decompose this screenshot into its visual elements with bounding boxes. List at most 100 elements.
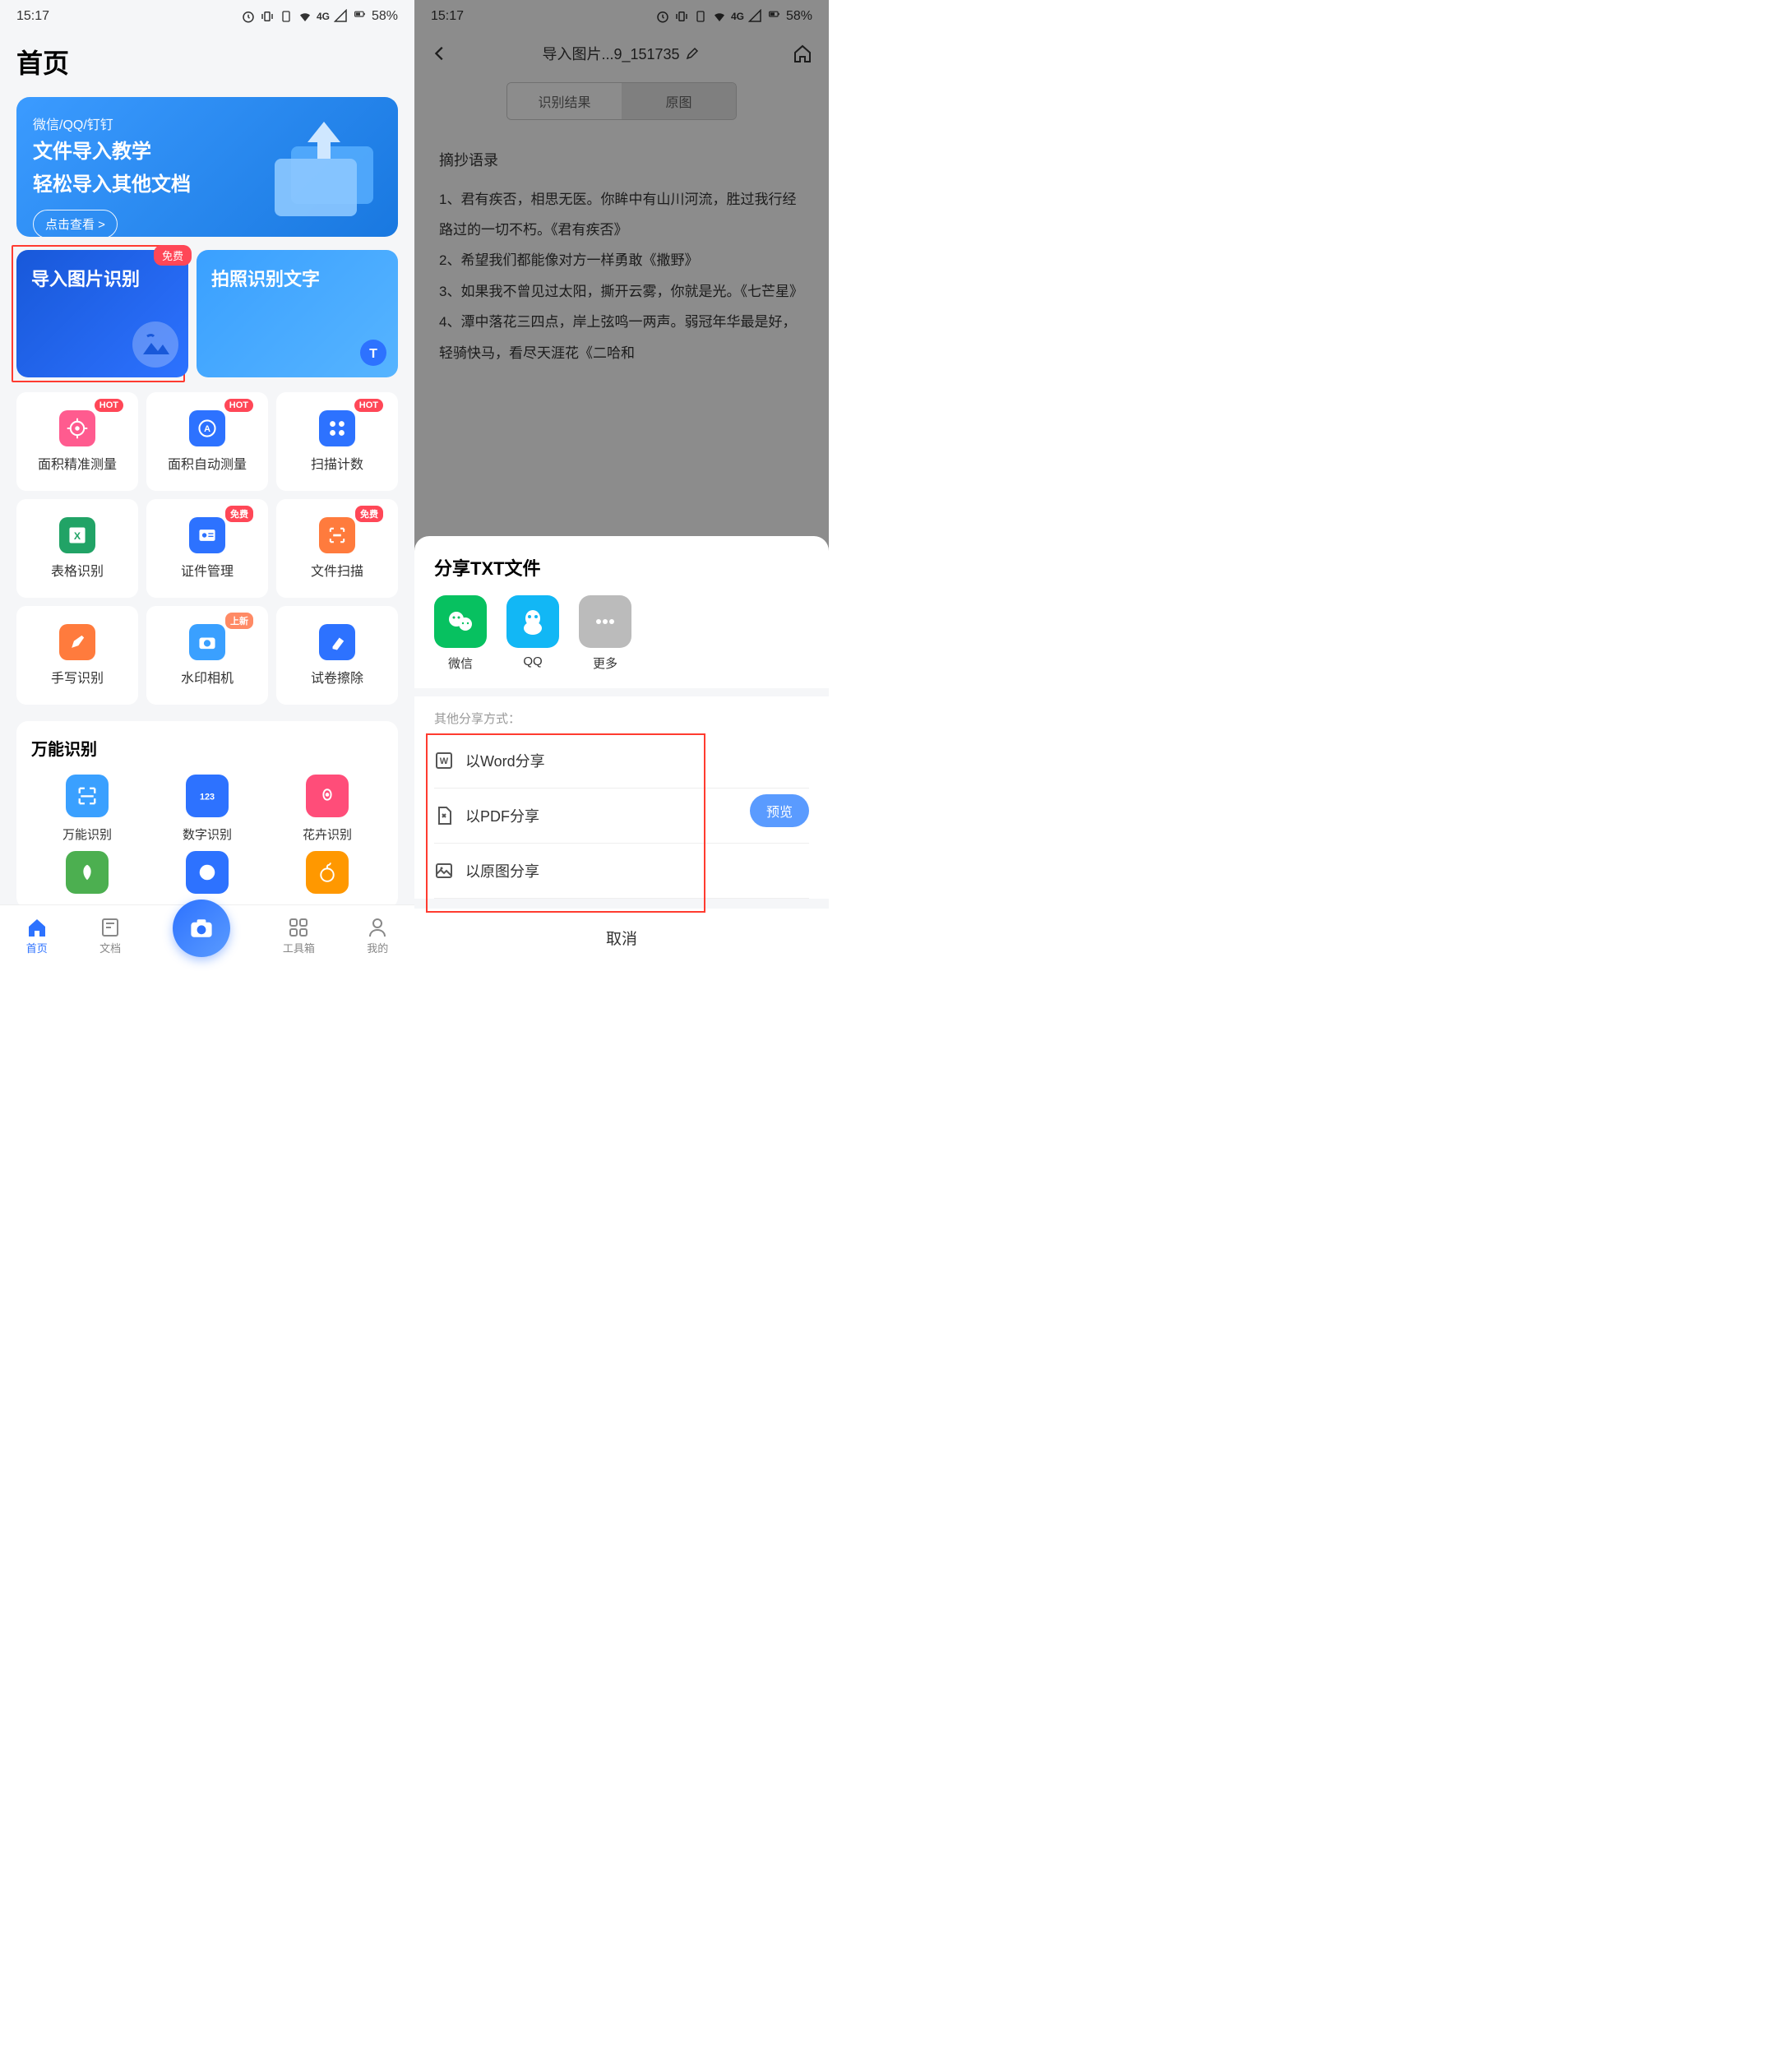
svg-text:T: T [369,347,377,361]
nav-home[interactable]: 首页 [26,917,48,955]
free-badge: 免费 [154,245,192,266]
tool-watermark[interactable]: 上新水印相机 [146,606,268,705]
status-indicators: 4G 58% [241,9,398,24]
doc-icon [99,917,121,938]
tool-id-manage[interactable]: 免费证件管理 [146,499,268,598]
svg-text:A: A [204,424,210,434]
universal-section: 万能识别 万能识别 123数字识别 花卉识别 [16,721,398,909]
qq-icon [506,595,559,648]
wifi-icon [298,9,312,24]
tool-grid: HOT面积精准测量 HOT A 面积自动测量 HOT扫描计数 X表格识别 免费证件管… [16,392,398,705]
share-as-image[interactable]: 以原图分享 [434,844,809,899]
nav-camera-button[interactable] [173,900,230,957]
svg-text:X: X [74,530,81,542]
share-sheet: 分享TXT文件 微信 QQ 更多 其他分享方式： W以Word分享 以PDF分享… [414,536,829,967]
id-card-icon [189,517,225,553]
camera-ocr-label: 拍照识别文字 [211,269,320,289]
nav-docs[interactable]: 文档 [99,917,121,955]
image-icon [434,861,454,881]
share-more[interactable]: 更多 [579,595,631,672]
item-unknown1[interactable] [151,851,263,894]
tool-file-scan[interactable]: 免费文件扫描 [276,499,398,598]
tutorial-banner[interactable]: 微信/QQ/钉钉 文件导入教学 轻松导入其他文档 点击查看 > [16,97,398,237]
share-title: 分享TXT文件 [414,554,829,595]
tool-handwriting[interactable]: 手写识别 [16,606,138,705]
camera-fill-icon [187,913,216,943]
banner-illustration [225,113,390,229]
home-screen: 15:17 4G 58% 首页 微信/QQ/钉钉 文件导入教学 轻松导入其他文档… [0,0,414,967]
nav-tools[interactable]: 工具箱 [283,917,315,955]
share-qq[interactable]: QQ [506,595,559,672]
excel-icon: X [59,517,95,553]
battery-icon [353,9,368,24]
sim-icon [279,9,294,24]
hot-badge: HOT [224,399,253,412]
import-image-wrap: 免费 导入图片识别 [16,250,188,377]
share-apps: 微信 QQ 更多 [414,595,829,688]
tool-label: 水印相机 [181,667,234,687]
item-flower[interactable]: 花卉识别 [271,775,383,843]
import-image-card[interactable]: 导入图片识别 [16,250,188,377]
scan-icon [319,517,355,553]
free-badge: 免费 [225,506,253,522]
item-number[interactable]: 123数字识别 [151,775,263,843]
home-icon [26,917,48,938]
flower-icon [306,775,349,817]
tool-label: 扫描计数 [311,453,363,473]
tool-area-precise[interactable]: HOT面积精准测量 [16,392,138,491]
tool-eraser[interactable]: 试卷擦除 [276,606,398,705]
scan-square-icon [66,775,109,817]
number-icon: 123 [186,775,229,817]
divider [414,688,829,696]
tool-area-auto[interactable]: HOT A 面积自动测量 [146,392,268,491]
section-title: 万能识别 [31,736,383,760]
person-icon [367,917,388,938]
section-grid: 万能识别 123数字识别 花卉识别 [31,775,383,894]
network-label: 4G [317,11,330,22]
free-badge: 免费 [355,506,383,522]
tool-label: 面积自动测量 [168,453,247,473]
nav-label: 文档 [99,940,121,955]
grid-nav-icon [288,917,309,938]
camera-text-icon: T [340,320,390,369]
nav-mine[interactable]: 我的 [367,917,388,955]
alarm-icon [241,9,256,24]
target-icon [59,410,95,446]
tool-label: 证件管理 [181,560,234,580]
section-label: 万能识别 [62,826,112,843]
status-time: 15:17 [16,9,49,24]
camera-ocr-card[interactable]: 拍照识别文字 T [197,250,398,377]
vibrate-icon [260,9,275,24]
nav-label: 首页 [26,940,48,955]
eraser-icon [319,624,355,660]
item-fruit[interactable] [271,851,383,894]
wechat-icon [434,595,487,648]
page-title: 首页 [0,33,414,90]
app-label: 更多 [593,654,617,672]
more-icon [579,595,631,648]
section-label: 花卉识别 [303,826,352,843]
blob-icon [186,851,229,894]
leaf-icon [66,851,109,894]
cancel-button[interactable]: 取消 [414,899,829,967]
share-as-word[interactable]: W以Word分享 [434,733,809,789]
banner-cta-button[interactable]: 点击查看 > [33,210,118,237]
import-image-label: 导入图片识别 [31,269,140,289]
tool-scan-count[interactable]: HOT扫描计数 [276,392,398,491]
nav-label: 我的 [367,940,388,955]
pen-icon [59,624,95,660]
bottom-nav: 首页 文档 工具箱 我的 [0,904,414,967]
share-wechat[interactable]: 微信 [434,595,487,672]
new-badge: 上新 [225,613,253,629]
item-plant[interactable] [31,851,143,894]
tool-label: 面积精准测量 [38,453,117,473]
preview-button[interactable]: 预览 [750,794,809,827]
nav-label: 工具箱 [283,940,315,955]
option-label: 以原图分享 [465,860,539,881]
item-universal[interactable]: 万能识别 [31,775,143,843]
pdf-icon [434,806,454,826]
app-label: QQ [523,654,542,668]
word-icon: W [434,751,454,770]
signal-icon [334,9,349,24]
tool-table-ocr[interactable]: X表格识别 [16,499,138,598]
